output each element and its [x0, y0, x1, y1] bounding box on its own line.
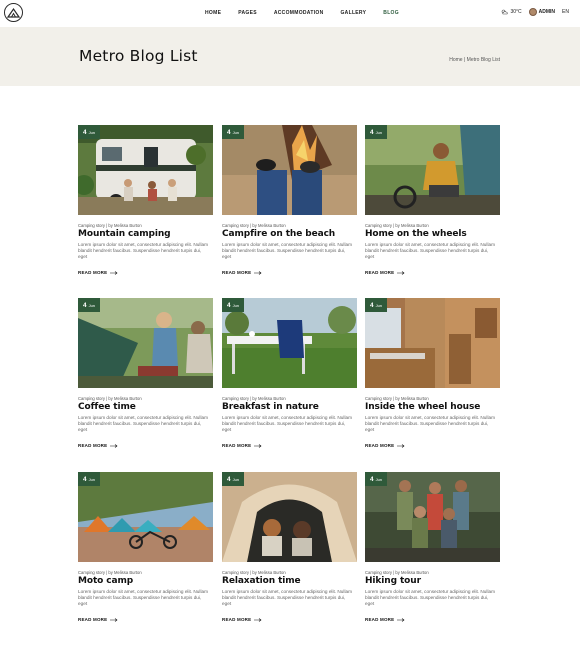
post-excerpt: Lorem ipsum dolor sit amet, consectetur …	[222, 415, 353, 432]
arrow-right-icon	[110, 617, 118, 622]
post-title[interactable]: Campfire on the beach	[222, 229, 335, 239]
post-excerpt: Lorem ipsum dolor sit amet, consectetur …	[78, 589, 209, 606]
post-image[interactable]: 4 Jun	[222, 125, 357, 215]
post-meta: Camping story | by Melissa Burton	[365, 396, 429, 401]
post-excerpt: Lorem ipsum dolor sit amet, consectetur …	[222, 589, 353, 606]
post-meta: Camping story | by Melissa Burton	[78, 570, 142, 575]
post-title[interactable]: Coffee time	[78, 402, 136, 412]
blog-card: 4 Jun Camping story | by Melissa Burton H…	[365, 125, 500, 275]
temperature: 30°C	[510, 9, 522, 15]
blog-card: 4 Jun Camping story | by Melissa Burton M…	[78, 472, 213, 622]
date-badge: 4 Jun	[222, 125, 244, 139]
read-more-link[interactable]: READ MORE	[78, 270, 118, 275]
site-header: HOME PAGES ACCOMMODATION GALLERY BLOG 30…	[0, 0, 580, 26]
arrow-right-icon	[254, 270, 262, 275]
read-more-link[interactable]: READ MORE	[365, 617, 405, 622]
post-meta: Camping story | by Melissa Burton	[365, 223, 429, 228]
post-excerpt: Lorem ipsum dolor sit amet, consectetur …	[78, 415, 209, 432]
post-title[interactable]: Inside the wheel house	[365, 402, 480, 412]
blog-card: 4 Jun Camping story | by Melissa Burton C…	[222, 125, 357, 275]
nav-home[interactable]: HOME	[205, 10, 221, 16]
post-image[interactable]: 4 Jun	[365, 298, 500, 388]
nav-accommodation[interactable]: ACCOMMODATION	[274, 10, 324, 16]
read-more-link[interactable]: READ MORE	[365, 443, 405, 448]
header-utilities: 30°C ADMIN EN	[501, 8, 569, 16]
date-badge: 4 Jun	[78, 125, 100, 139]
post-image[interactable]: 4 Jun	[78, 125, 213, 215]
arrow-right-icon	[110, 443, 118, 448]
read-more-link[interactable]: READ MORE	[222, 617, 262, 622]
post-meta: Camping story | by Melissa Burton	[365, 570, 429, 575]
arrow-right-icon	[397, 617, 405, 622]
logo-icon[interactable]	[4, 3, 23, 22]
read-more-link[interactable]: READ MORE	[365, 270, 405, 275]
date-badge: 4 Jun	[365, 472, 387, 486]
blog-card: 4 Jun Camping story | by Melissa Burton I…	[365, 298, 500, 448]
language-switcher[interactable]: EN	[562, 9, 569, 15]
blog-card: 4 Jun Camping story | by Melissa Burton M…	[78, 125, 213, 275]
user-menu[interactable]: ADMIN	[528, 8, 556, 16]
post-excerpt: Lorem ipsum dolor sit amet, consectetur …	[365, 589, 496, 606]
blog-card: 4 Jun Camping story | by Melissa Burton H…	[365, 472, 500, 622]
blog-card: 4 Jun Camping story | by Melissa Burton C…	[78, 298, 213, 448]
nav-gallery[interactable]: GALLERY	[340, 10, 366, 16]
breadcrumb[interactable]: Home | Metro Blog List	[449, 57, 500, 63]
post-meta: Camping story | by Melissa Burton	[222, 223, 286, 228]
post-meta: Camping story | by Melissa Burton	[222, 570, 286, 575]
nav-blog[interactable]: BLOG	[383, 10, 399, 16]
post-title[interactable]: Hiking tour	[365, 576, 421, 586]
post-excerpt: Lorem ipsum dolor sit amet, consectetur …	[78, 242, 209, 259]
read-more-link[interactable]: READ MORE	[222, 270, 262, 275]
date-badge: 4 Jun	[365, 125, 387, 139]
post-excerpt: Lorem ipsum dolor sit amet, consectetur …	[365, 242, 496, 259]
arrow-right-icon	[254, 617, 262, 622]
main-nav: HOME PAGES ACCOMMODATION GALLERY BLOG	[205, 10, 416, 16]
post-image[interactable]: 4 Jun	[222, 472, 357, 562]
arrow-right-icon	[397, 443, 405, 448]
read-more-link[interactable]: READ MORE	[222, 443, 262, 448]
date-badge: 4 Jun	[365, 298, 387, 312]
read-more-link[interactable]: READ MORE	[78, 617, 118, 622]
post-image[interactable]: 4 Jun	[222, 298, 357, 388]
nav-pages[interactable]: PAGES	[238, 10, 257, 16]
page-title: Metro Blog List	[79, 47, 198, 65]
post-image[interactable]: 4 Jun	[78, 472, 213, 562]
cloud-sun-icon	[502, 9, 509, 15]
post-image[interactable]: 4 Jun	[365, 472, 500, 562]
date-badge: 4 Jun	[78, 298, 100, 312]
post-title[interactable]: Relaxation time	[222, 576, 301, 586]
date-badge: 4 Jun	[222, 472, 244, 486]
weather-widget: 30°C	[501, 9, 522, 15]
post-excerpt: Lorem ipsum dolor sit amet, consectetur …	[365, 415, 496, 432]
user-name: ADMIN	[538, 9, 556, 15]
blog-card: 4 Jun Camping story | by Melissa Burton B…	[222, 298, 357, 448]
date-badge: 4 Jun	[222, 298, 244, 312]
post-title[interactable]: Home on the wheels	[365, 229, 467, 239]
post-excerpt: Lorem ipsum dolor sit amet, consectetur …	[222, 242, 353, 259]
arrow-right-icon	[110, 270, 118, 275]
post-title[interactable]: Breakfast in nature	[222, 402, 319, 412]
post-title[interactable]: Mountain camping	[78, 229, 171, 239]
post-image[interactable]: 4 Jun	[365, 125, 500, 215]
date-badge: 4 Jun	[78, 472, 100, 486]
blog-card: 4 Jun Camping story | by Melissa Burton R…	[222, 472, 357, 622]
post-image[interactable]: 4 Jun	[78, 298, 213, 388]
read-more-link[interactable]: READ MORE	[78, 443, 118, 448]
post-meta: Camping story | by Melissa Burton	[78, 396, 142, 401]
post-meta: Camping story | by Melissa Burton	[222, 396, 286, 401]
arrow-right-icon	[254, 443, 262, 448]
arrow-right-icon	[397, 270, 405, 275]
avatar	[528, 8, 537, 16]
post-title[interactable]: Moto camp	[78, 576, 133, 586]
post-meta: Camping story | by Melissa Burton	[78, 223, 142, 228]
